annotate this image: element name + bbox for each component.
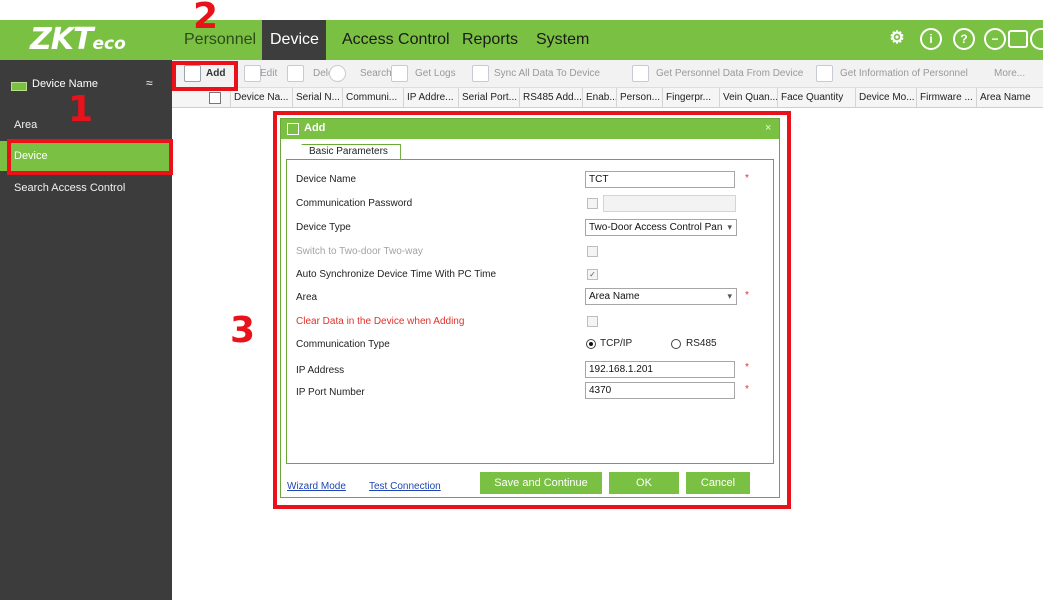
nav-tab-personnel[interactable]: Personnel: [176, 20, 264, 60]
edit-icon: [244, 65, 261, 82]
collapse-chevron-icon[interactable]: ≈: [146, 76, 153, 90]
search-button-label: Search: [360, 68, 392, 79]
column-header[interactable]: Firmware ...: [916, 88, 976, 108]
annotation-number-1: 1: [68, 89, 94, 130]
toolbar: Add Edit Delete Search Get Logs Sync All…: [172, 60, 1043, 88]
nav-tab-device[interactable]: Device: [262, 20, 326, 60]
column-header[interactable]: RS485 Add...: [519, 88, 582, 108]
annotation-box-1: [7, 139, 173, 175]
logs-icon: [391, 65, 408, 82]
search-icon: [329, 65, 346, 82]
annotation-box-2: [172, 61, 238, 91]
restore-icon[interactable]: [1008, 30, 1028, 48]
trash-icon: [287, 65, 304, 82]
app-window: ZKTeco Personnel Device Access Control R…: [0, 0, 1043, 600]
sidebar-item-search-access-control[interactable]: Search Access Control: [0, 173, 172, 203]
nav-tab-system[interactable]: System: [528, 20, 597, 60]
get-information-label: Get Information of Personnel: [840, 68, 968, 79]
minimize-icon[interactable]: −: [984, 28, 1006, 50]
device-table-header: Device Na... Serial N... Communi... IP A…: [172, 88, 1043, 108]
zkteco-logo: ZKTeco: [30, 22, 126, 57]
help-icon[interactable]: ?: [953, 28, 975, 50]
edit-button-label: Edit: [260, 68, 278, 79]
nav-tab-reports[interactable]: Reports: [454, 20, 526, 60]
column-header[interactable]: Communi...: [342, 88, 403, 108]
column-header[interactable]: Enab...: [582, 88, 616, 108]
get-logs-button[interactable]: Get Logs: [391, 60, 471, 88]
personnel-data-icon: [632, 65, 649, 82]
person-info-icon: [816, 65, 833, 82]
more-dropdown[interactable]: More...: [994, 60, 1043, 88]
annotation-number-2: 2: [193, 0, 219, 37]
column-header[interactable]: Fingerpr...: [662, 88, 719, 108]
nav-tab-access-control[interactable]: Access Control: [334, 20, 458, 60]
sync-all-data-label: Sync All Data To Device: [494, 68, 600, 79]
more-label: More...: [994, 68, 1026, 79]
column-header[interactable]: Vein Quan...: [719, 88, 777, 108]
sync-icon: [472, 65, 489, 82]
column-header[interactable]: Device Mo...: [855, 88, 916, 108]
get-personnel-data-label: Get Personnel Data From Device: [656, 68, 804, 79]
search-button[interactable]: Search: [329, 60, 399, 88]
get-logs-button-label: Get Logs: [415, 68, 456, 79]
column-header[interactable]: Face Quantity: [777, 88, 855, 108]
annotation-number-3: 3: [230, 310, 256, 351]
get-personnel-data-button[interactable]: Get Personnel Data From Device: [632, 60, 832, 88]
sync-all-data-button[interactable]: Sync All Data To Device: [472, 60, 627, 88]
column-header[interactable]: Device Na...: [230, 88, 292, 108]
column-header[interactable]: IP Addre...: [403, 88, 458, 108]
annotation-box-3: [273, 111, 791, 509]
get-information-button[interactable]: Get Information of Personnel: [816, 60, 996, 88]
device-list-icon: [11, 82, 27, 91]
gear-icon[interactable]: ⚙: [886, 28, 908, 50]
info-icon[interactable]: i: [920, 28, 942, 50]
select-all-checkbox[interactable]: [209, 92, 221, 104]
column-header[interactable]: Serial N...: [292, 88, 342, 108]
column-header[interactable]: Area Name: [976, 88, 1043, 108]
column-header[interactable]: Person...: [616, 88, 662, 108]
column-header[interactable]: Serial Port...: [458, 88, 519, 108]
